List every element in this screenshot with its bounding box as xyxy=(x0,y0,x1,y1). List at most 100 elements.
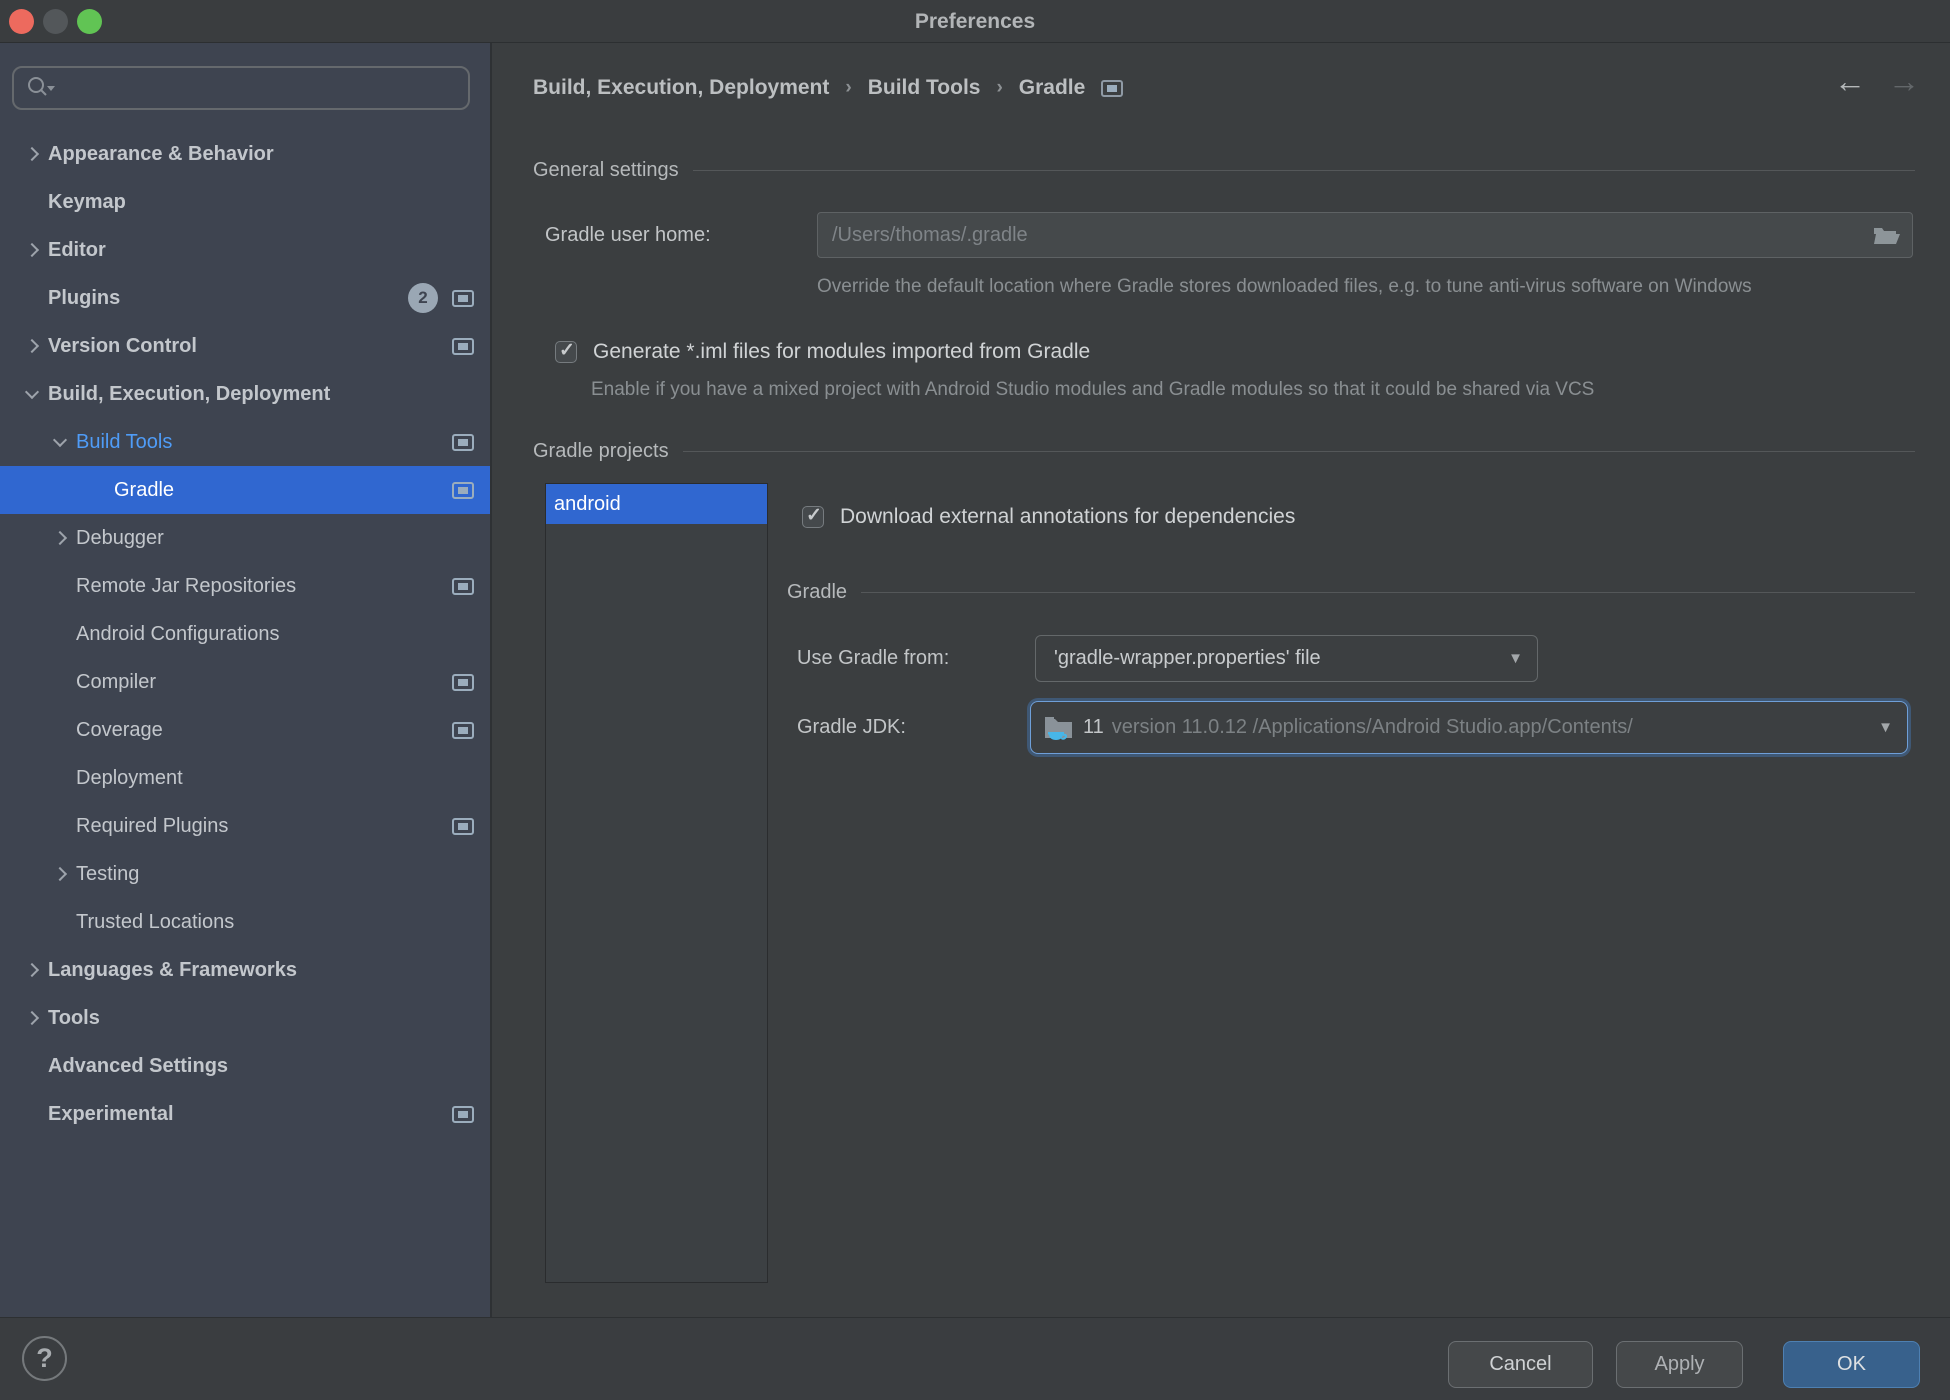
section-divider xyxy=(861,592,1915,593)
chevron-right-icon xyxy=(48,718,72,742)
use-gradle-from-dropdown[interactable]: 'gradle-wrapper.properties' file ▼ xyxy=(1035,635,1538,682)
chevron-right-icon xyxy=(20,1054,44,1078)
sidebar-item-version-control[interactable]: Version Control xyxy=(0,322,490,370)
monitor-icon xyxy=(452,722,474,739)
monitor-icon xyxy=(452,290,474,307)
sidebar-item-label: Remote Jar Repositories xyxy=(76,575,296,598)
use-gradle-from-value: 'gradle-wrapper.properties' file xyxy=(1054,647,1321,670)
sidebar-item-label: Appearance & Behavior xyxy=(48,143,274,166)
breadcrumb-separator: › xyxy=(845,77,851,99)
search-icon xyxy=(26,75,56,101)
gradle-projects-list: android xyxy=(545,483,768,1283)
chevron-right-icon[interactable] xyxy=(20,334,44,358)
sidebar-item-label: Tools xyxy=(48,1007,100,1030)
settings-search-input[interactable] xyxy=(12,66,470,110)
gradle-user-home-placeholder: /Users/thomas/.gradle xyxy=(832,224,1872,247)
sidebar-item-compiler[interactable]: Compiler xyxy=(0,658,490,706)
chevron-right-icon xyxy=(86,478,110,502)
window-title: Preferences xyxy=(0,0,1950,43)
gradle-subsection-header: Gradle xyxy=(787,577,1915,607)
check-icon: ✓ xyxy=(559,339,575,362)
sidebar-item-label: Keymap xyxy=(48,191,126,214)
chevron-down-icon[interactable] xyxy=(20,382,44,406)
sidebar-item-label: Editor xyxy=(48,239,106,262)
chevron-right-icon[interactable] xyxy=(48,862,72,886)
download-annotations-label: Download external annotations for depend… xyxy=(840,505,1295,529)
sidebar-item-required-plugins[interactable]: Required Plugins xyxy=(0,802,490,850)
sidebar-item-tools[interactable]: Tools xyxy=(0,994,490,1042)
chevron-right-icon xyxy=(20,190,44,214)
cancel-button[interactable]: Cancel xyxy=(1448,1341,1593,1388)
sidebar-item-plugins[interactable]: Plugins 2 xyxy=(0,274,490,322)
sidebar-item-languages-frameworks[interactable]: Languages & Frameworks xyxy=(0,946,490,994)
generate-iml-checkbox[interactable]: ✓ xyxy=(555,341,577,363)
generate-iml-label: Generate *.iml files for modules importe… xyxy=(593,340,1090,364)
chevron-right-icon[interactable] xyxy=(20,958,44,982)
dialog-footer: ? Cancel Apply OK xyxy=(0,1317,1950,1400)
sidebar-item-label: Coverage xyxy=(76,719,163,742)
jdk-version-detail: version 11.0.12 /Applications/Android St… xyxy=(1112,716,1863,739)
download-annotations-checkrow: ✓ Download external annotations for depe… xyxy=(802,499,1295,535)
chevron-right-icon xyxy=(20,1102,44,1126)
chevron-right-icon[interactable] xyxy=(48,526,72,550)
sidebar-item-keymap[interactable]: Keymap xyxy=(0,178,490,226)
chevron-right-icon xyxy=(48,574,72,598)
breadcrumb-separator: › xyxy=(996,77,1002,99)
sidebar-item-experimental[interactable]: Experimental xyxy=(0,1090,490,1138)
open-folder-icon[interactable] xyxy=(1872,224,1900,246)
sidebar-item-advanced-settings[interactable]: Advanced Settings xyxy=(0,1042,490,1090)
sidebar-item-build-tools[interactable]: Build Tools xyxy=(0,418,490,466)
sidebar-item-trusted-locations[interactable]: Trusted Locations xyxy=(0,898,490,946)
breadcrumb-gradle[interactable]: Gradle xyxy=(1019,76,1086,100)
sidebar-item-debugger[interactable]: Debugger xyxy=(0,514,490,562)
sidebar-item-label: Advanced Settings xyxy=(48,1055,228,1078)
section-divider xyxy=(683,451,1915,452)
monitor-icon xyxy=(452,818,474,835)
sidebar-item-label: Experimental xyxy=(48,1103,174,1126)
breadcrumb-build-tools[interactable]: Build Tools xyxy=(868,76,981,100)
sidebar-item-label: Build, Execution, Deployment xyxy=(48,383,330,406)
sidebar-item-coverage[interactable]: Coverage xyxy=(0,706,490,754)
sidebar-item-gradle[interactable]: Gradle xyxy=(0,466,490,514)
sidebar-item-label: Deployment xyxy=(76,767,183,790)
apply-button[interactable]: Apply xyxy=(1616,1341,1743,1388)
chevron-right-icon[interactable] xyxy=(20,142,44,166)
sidebar-item-deployment[interactable]: Deployment xyxy=(0,754,490,802)
breadcrumb-build-execution-deployment[interactable]: Build, Execution, Deployment xyxy=(533,76,829,100)
chevron-right-icon[interactable] xyxy=(20,1006,44,1030)
help-button[interactable]: ? xyxy=(22,1336,67,1381)
ok-button[interactable]: OK xyxy=(1783,1341,1920,1388)
sidebar-item-testing[interactable]: Testing xyxy=(0,850,490,898)
sidebar-item-label: Trusted Locations xyxy=(76,911,234,934)
chevron-down-icon[interactable] xyxy=(48,430,72,454)
monitor-icon xyxy=(452,482,474,499)
section-title: General settings xyxy=(533,159,679,182)
download-annotations-checkbox[interactable]: ✓ xyxy=(802,506,824,528)
section-title: Gradle xyxy=(787,581,847,604)
plugins-update-count-badge: 2 xyxy=(408,283,438,313)
generate-iml-checkrow: ✓ Generate *.iml files for modules impor… xyxy=(555,334,1090,370)
breadcrumb: Build, Execution, Deployment › Build Too… xyxy=(533,69,1123,107)
sidebar-item-build-execution-deployment[interactable]: Build, Execution, Deployment xyxy=(0,370,490,418)
sidebar-item-appearance-behavior[interactable]: Appearance & Behavior xyxy=(0,130,490,178)
window-titlebar: Preferences xyxy=(0,0,1950,43)
chevron-right-icon[interactable] xyxy=(20,238,44,262)
sidebar-item-remote-jar-repositories[interactable]: Remote Jar Repositories xyxy=(0,562,490,610)
back-arrow-icon[interactable]: ← xyxy=(1834,63,1866,100)
gradle-jdk-dropdown[interactable]: 11 version 11.0.12 /Applications/Android… xyxy=(1030,701,1908,754)
chevron-right-icon xyxy=(48,670,72,694)
sidebar-item-editor[interactable]: Editor xyxy=(0,226,490,274)
monitor-icon xyxy=(1101,80,1123,97)
monitor-icon xyxy=(452,674,474,691)
sidebar-item-label: Plugins xyxy=(48,287,120,310)
jdk-version-number: 11 xyxy=(1083,716,1104,739)
project-list-item-android[interactable]: android xyxy=(546,484,767,524)
sidebar-item-android-configurations[interactable]: Android Configurations xyxy=(0,610,490,658)
jdk-folder-icon xyxy=(1043,713,1075,743)
check-icon: ✓ xyxy=(806,504,822,527)
settings-tree: Appearance & Behavior Keymap Editor Plugins… xyxy=(0,130,490,1138)
settings-sidebar: Appearance & Behavior Keymap Editor Plugins… xyxy=(0,43,492,1317)
gradle-user-home-input[interactable]: /Users/thomas/.gradle xyxy=(817,212,1913,258)
sidebar-item-label: Build Tools xyxy=(76,431,172,454)
generate-iml-hint: Enable if you have a mixed project with … xyxy=(591,375,1891,404)
